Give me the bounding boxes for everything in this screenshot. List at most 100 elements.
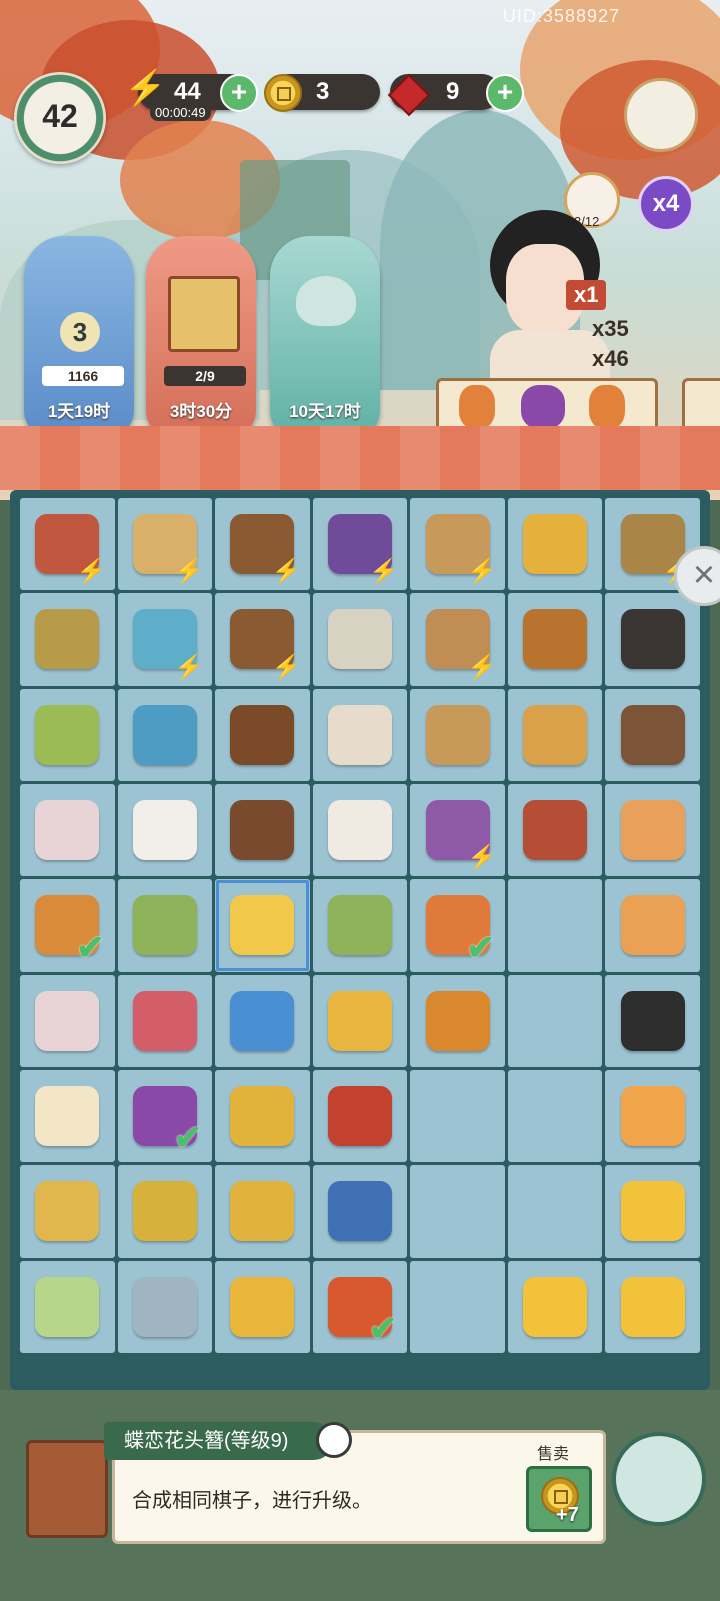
merge-item[interactable] [230, 704, 295, 765]
board-cell[interactable] [507, 784, 603, 877]
merge-item[interactable] [230, 800, 295, 861]
board-cell[interactable]: ⚡ [215, 498, 310, 591]
board-cell[interactable] [20, 1070, 115, 1163]
merge-item[interactable] [132, 1181, 197, 1242]
add-energy-button[interactable]: + [220, 74, 258, 112]
board-cell[interactable] [410, 688, 505, 781]
merge-item[interactable] [523, 514, 588, 575]
level-badge[interactable]: 42 [14, 72, 106, 164]
board-cell[interactable] [605, 1070, 700, 1163]
board-cell[interactable]: ✔ [410, 879, 505, 972]
board-cell[interactable] [312, 1165, 408, 1258]
merge-item[interactable] [230, 1086, 295, 1147]
merge-item[interactable] [230, 990, 295, 1051]
board-cell[interactable] [117, 688, 213, 781]
board-cell[interactable] [215, 784, 310, 877]
merge-item[interactable] [327, 895, 392, 956]
merge-item[interactable] [327, 1086, 392, 1147]
board-cell[interactable] [507, 879, 603, 972]
merge-item[interactable] [620, 609, 685, 670]
board-cell[interactable] [507, 1165, 603, 1258]
storage-cabinet-button[interactable] [26, 1440, 108, 1538]
merge-item[interactable] [523, 800, 588, 861]
merge-item[interactable] [35, 704, 100, 765]
board-cell[interactable] [605, 593, 700, 686]
board-cell[interactable] [507, 1070, 603, 1163]
board-cell[interactable] [410, 1165, 505, 1258]
board-cell[interactable] [215, 688, 310, 781]
merge-item[interactable] [523, 609, 588, 670]
merge-item[interactable] [230, 895, 295, 956]
merge-item[interactable] [425, 704, 490, 765]
board-cell[interactable] [215, 974, 310, 1067]
merge-item[interactable] [620, 990, 685, 1051]
board-cell[interactable] [410, 974, 505, 1067]
merge-item[interactable] [35, 990, 100, 1051]
board-cell[interactable] [312, 784, 408, 877]
board-cell[interactable]: ✔ [20, 879, 115, 972]
multiplier-button[interactable]: x4 [638, 176, 694, 232]
board-cell[interactable] [312, 1070, 408, 1163]
merge-item[interactable] [327, 990, 392, 1051]
board-cell[interactable] [312, 688, 408, 781]
board-cell[interactable] [312, 879, 408, 972]
merge-item[interactable] [327, 1181, 392, 1242]
board-cell[interactable] [507, 593, 603, 686]
board-cell[interactable] [507, 974, 603, 1067]
board-cell[interactable] [605, 1260, 700, 1353]
board-cell[interactable] [605, 688, 700, 781]
board-cell[interactable]: ⚡ [410, 784, 505, 877]
merge-item[interactable] [620, 1276, 685, 1337]
board-cell[interactable] [117, 1165, 213, 1258]
board-cell[interactable]: ⚡ [215, 593, 310, 686]
merge-item[interactable] [230, 1276, 295, 1337]
board-cell[interactable] [605, 879, 700, 972]
merge-item[interactable] [132, 1276, 197, 1337]
merge-item[interactable] [132, 800, 197, 861]
merge-item[interactable] [620, 800, 685, 861]
event-card-spa-cat[interactable]: 10天17时 [270, 236, 380, 440]
merge-item[interactable] [425, 990, 490, 1051]
board-cell[interactable] [312, 974, 408, 1067]
merge-item[interactable] [523, 1276, 588, 1337]
merge-item[interactable] [35, 609, 100, 670]
board-cell[interactable] [507, 688, 603, 781]
merge-item[interactable] [523, 704, 588, 765]
magnifier-icon[interactable] [316, 1422, 352, 1458]
board-cell[interactable] [410, 1260, 505, 1353]
merge-item[interactable] [620, 1181, 685, 1242]
event-card-lotus[interactable]: 3 1166 1天19时 [24, 236, 134, 440]
merge-item[interactable] [35, 1086, 100, 1147]
board-cell[interactable]: ✔ [312, 1260, 408, 1353]
board-cell[interactable] [507, 498, 603, 591]
merge-item[interactable] [327, 704, 392, 765]
board-cell[interactable] [605, 974, 700, 1067]
board-cell[interactable] [117, 784, 213, 877]
board-cell[interactable] [312, 593, 408, 686]
merge-item[interactable] [620, 895, 685, 956]
add-gems-button[interactable]: + [486, 74, 524, 112]
board-cell[interactable] [20, 784, 115, 877]
board-cell[interactable] [605, 784, 700, 877]
pagoda-button[interactable] [612, 1432, 706, 1526]
event-card-scroll[interactable]: 2/9 3时30分 [146, 236, 256, 440]
board-cell[interactable] [605, 1165, 700, 1258]
board-cell[interactable] [20, 688, 115, 781]
board-cell[interactable]: ⚡ [117, 498, 213, 591]
board-cell[interactable] [215, 1070, 310, 1163]
board-cell[interactable] [410, 1070, 505, 1163]
board-cell[interactable] [215, 1165, 310, 1258]
merge-item[interactable] [35, 800, 100, 861]
board-cell[interactable]: ⚡ [312, 498, 408, 591]
board-cell[interactable]: ✔ [117, 1070, 213, 1163]
merge-item[interactable] [35, 1276, 100, 1337]
board-cell[interactable]: ⚡ [117, 593, 213, 686]
merge-item[interactable] [35, 1181, 100, 1242]
merge-item[interactable] [620, 1086, 685, 1147]
merge-item[interactable] [327, 609, 392, 670]
board-cell[interactable] [20, 974, 115, 1067]
board-cell[interactable] [20, 1260, 115, 1353]
merge-item[interactable] [132, 990, 197, 1051]
merge-item[interactable] [132, 895, 197, 956]
shop-pavilion-button[interactable] [624, 78, 698, 152]
